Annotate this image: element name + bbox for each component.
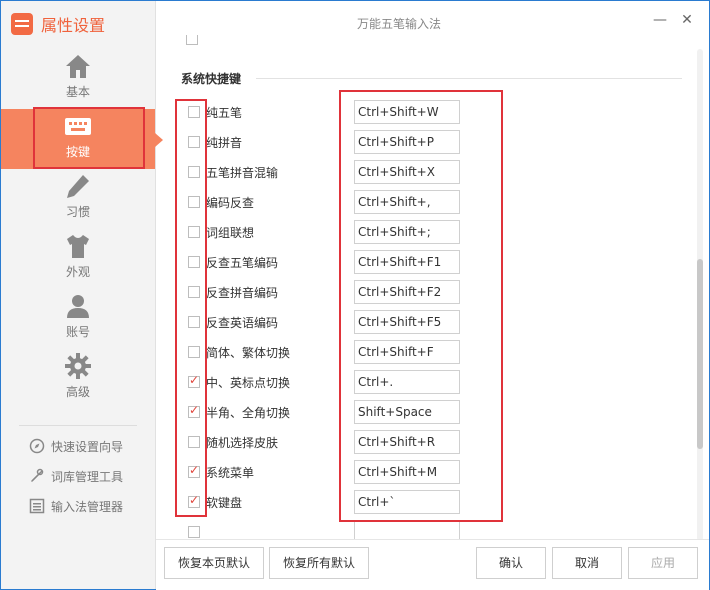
close-button[interactable]: ✕ <box>678 11 696 29</box>
shortcut-label: 半角、全角切换 <box>206 406 291 420</box>
sidebar-divider <box>19 425 137 426</box>
shortcut-label: 反查英语编码 <box>206 316 279 330</box>
section-title: 系统快捷键 <box>181 72 242 86</box>
sidebar: 属性设置 基本 按键 习惯 外观 账号 高级 快速设置向导 词库管理工具 输入法… <box>1 1 163 589</box>
footer-bar: 恢复本页默认 恢复所有默认 确认 取消 应用 <box>156 539 709 590</box>
shortcut-label: 词组联想 <box>206 226 255 240</box>
shortcut-label: 系统菜单 <box>206 466 255 480</box>
tool-label: 快速设置向导 <box>51 439 124 454</box>
sidebar-item-appearance[interactable]: 外观 <box>1 229 155 289</box>
cancel-button[interactable]: 取消 <box>552 547 622 579</box>
minimize-icon: — <box>653 12 667 28</box>
apply-button[interactable]: 应用 <box>628 547 698 579</box>
shortcut-label: 五笔拼音混输 <box>206 166 279 180</box>
gear-icon <box>65 353 91 379</box>
shortcut-label: 随机选择皮肤 <box>206 436 279 450</box>
sidebar-item-label: 基本 <box>65 85 90 99</box>
restore-all-defaults-button[interactable]: 恢复所有默认 <box>269 547 369 579</box>
section-divider <box>256 78 682 79</box>
compass-icon <box>29 438 45 454</box>
pencil-icon <box>67 175 89 198</box>
dictionary-tool-link[interactable]: 词库管理工具 <box>29 466 123 486</box>
checkbox[interactable] <box>186 35 198 45</box>
highlight-box <box>175 99 207 517</box>
shortcut-label: 反查拼音编码 <box>206 286 279 300</box>
tool-label: 输入法管理器 <box>51 499 124 514</box>
shortcut-label: 软键盘 <box>206 496 243 510</box>
sidebar-item-advanced[interactable]: 高级 <box>1 349 155 409</box>
shortcut-row-partial <box>156 519 692 541</box>
brand-title: 属性设置 <box>41 16 106 35</box>
tshirt-icon <box>67 235 89 258</box>
partial-row-above <box>186 35 198 49</box>
app-logo-icon <box>11 13 33 35</box>
ok-button[interactable]: 确认 <box>476 547 546 579</box>
minimize-button[interactable]: — <box>651 11 669 29</box>
shortcut-label: 纯五笔 <box>206 106 243 120</box>
list-icon <box>29 498 45 514</box>
shortcut-label: 编码反查 <box>206 196 255 210</box>
shortcut-checkbox[interactable] <box>188 526 200 538</box>
highlight-box <box>339 90 503 522</box>
shortcut-label: 反查五笔编码 <box>206 256 279 270</box>
restore-page-defaults-button[interactable]: 恢复本页默认 <box>164 547 264 579</box>
sidebar-item-label: 账号 <box>65 325 90 339</box>
hotkey-field[interactable] <box>354 520 460 541</box>
home-icon <box>66 55 90 78</box>
close-icon: ✕ <box>681 12 693 28</box>
shortcut-label: 纯拼音 <box>206 136 243 150</box>
brand: 属性设置 <box>11 11 105 37</box>
tools-icon <box>31 468 44 482</box>
highlight-box <box>33 107 145 169</box>
scrollbar-thumb[interactable] <box>697 259 703 449</box>
shortcut-label: 中、英标点切换 <box>206 376 291 390</box>
quick-setup-wizard-link[interactable]: 快速设置向导 <box>29 436 123 456</box>
sidebar-item-habits[interactable]: 习惯 <box>1 169 155 229</box>
sidebar-item-basic[interactable]: 基本 <box>1 49 155 109</box>
sidebar-item-label: 高级 <box>65 385 90 399</box>
sidebar-item-label: 外观 <box>65 265 90 279</box>
scrollbar[interactable] <box>694 49 704 541</box>
user-icon <box>67 295 89 318</box>
settings-window: 属性设置 基本 按键 习惯 外观 账号 高级 快速设置向导 词库管理工具 输入法… <box>0 0 710 590</box>
sidebar-item-label: 习惯 <box>65 205 90 219</box>
tool-label: 词库管理工具 <box>51 469 124 484</box>
shortcut-label: 简体、繁体切换 <box>206 346 291 360</box>
window-title: 万能五笔输入法 <box>357 17 442 31</box>
ime-manager-link[interactable]: 输入法管理器 <box>29 496 123 516</box>
sidebar-item-account[interactable]: 账号 <box>1 289 155 349</box>
